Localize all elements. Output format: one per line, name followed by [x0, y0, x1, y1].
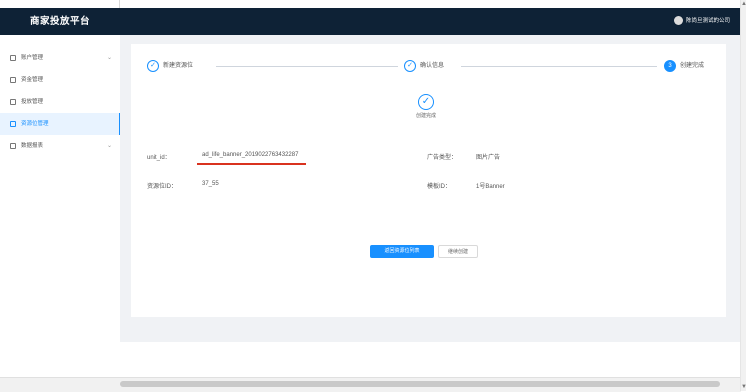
step-label: 创建完成 — [680, 63, 705, 69]
sidebar-item-funds[interactable]: 资金管理 — [0, 69, 120, 91]
unit-id-label: unit_id： — [147, 155, 171, 161]
step-3: 3 创建完成 — [664, 59, 704, 73]
funds-icon — [10, 77, 16, 83]
top-strip — [0, 0, 746, 8]
step-2: ✓ 确认信息 — [404, 59, 444, 73]
sidebar-item-resource[interactable]: 资源位管理 — [0, 113, 121, 135]
sidebar-item-label: 数据报表 — [21, 143, 44, 149]
template-id-label: 模板ID： — [427, 184, 452, 190]
check-icon: ✓ — [404, 60, 416, 72]
sidebar-item-label: 账户管理 — [21, 55, 44, 61]
horizontal-scrollbar[interactable] — [0, 377, 741, 392]
check-icon: ✓ — [147, 60, 159, 72]
scroll-up-icon[interactable]: ▲ — [741, 1, 746, 7]
vertical-scrollbar[interactable]: ▲ ▼ — [740, 0, 746, 391]
sidebar-item-label: 资金管理 — [21, 77, 44, 83]
app-logo-title: 商家投放平台 — [0, 8, 120, 35]
avatar — [673, 16, 683, 26]
user-name: 陈尚旦测试的公司 — [685, 18, 730, 24]
report-icon — [10, 143, 16, 149]
step-number: 3 — [664, 60, 676, 72]
success-check-icon: ✓ — [418, 94, 434, 110]
back-to-list-button[interactable]: 返回资源位列表 — [370, 245, 434, 258]
sidebar-item-delivery[interactable]: 投放管理 — [0, 91, 120, 113]
ad-type-label: 广告类型： — [427, 155, 458, 161]
step-label: 确认信息 — [420, 63, 445, 69]
sidebar-item-reports[interactable]: 数据报表 ⌄ — [0, 135, 120, 157]
step-connector — [216, 66, 398, 67]
sidebar: 商家投放平台 账户管理 ⌄ 资金管理 投放管理 资源位管理 数据报表 ⌄ — [0, 8, 121, 377]
resource-id-value: 37_55 — [202, 181, 219, 187]
continue-create-button[interactable]: 继续创建 — [438, 245, 478, 258]
sidebar-item-label: 投放管理 — [21, 99, 44, 105]
ad-type-value: 图片广告 — [476, 155, 501, 161]
page-footer-area — [120, 342, 740, 377]
sidebar-item-account[interactable]: 账户管理 ⌄ — [0, 47, 120, 69]
resource-id-label: 资源位ID： — [147, 184, 178, 190]
scroll-down-icon[interactable]: ▼ — [741, 384, 746, 390]
scrollbar-thumb[interactable] — [120, 381, 720, 387]
result-status: 创建完成 — [415, 113, 436, 119]
account-icon — [10, 55, 16, 61]
delivery-icon — [10, 99, 16, 105]
chevron-down-icon: ⌄ — [106, 55, 112, 61]
grid-icon — [10, 121, 16, 127]
step-label: 新建资源位 — [163, 63, 194, 69]
unit-id-underline — [197, 163, 306, 165]
user-menu[interactable]: 陈尚旦测试的公司 — [673, 8, 730, 35]
sidebar-item-label: 资源位管理 — [21, 121, 49, 127]
step-1: ✓ 新建资源位 — [147, 59, 193, 73]
step-connector — [461, 66, 657, 67]
sidebar-menu: 账户管理 ⌄ 资金管理 投放管理 资源位管理 数据报表 ⌄ — [0, 47, 121, 157]
top-header: 陈尚旦测试的公司 — [120, 8, 740, 35]
unit-id-value: ad_life_banner_2019022763432287 — [202, 152, 299, 158]
template-id-value: 1号Banner — [476, 184, 505, 190]
chevron-down-icon: ⌄ — [106, 143, 112, 149]
